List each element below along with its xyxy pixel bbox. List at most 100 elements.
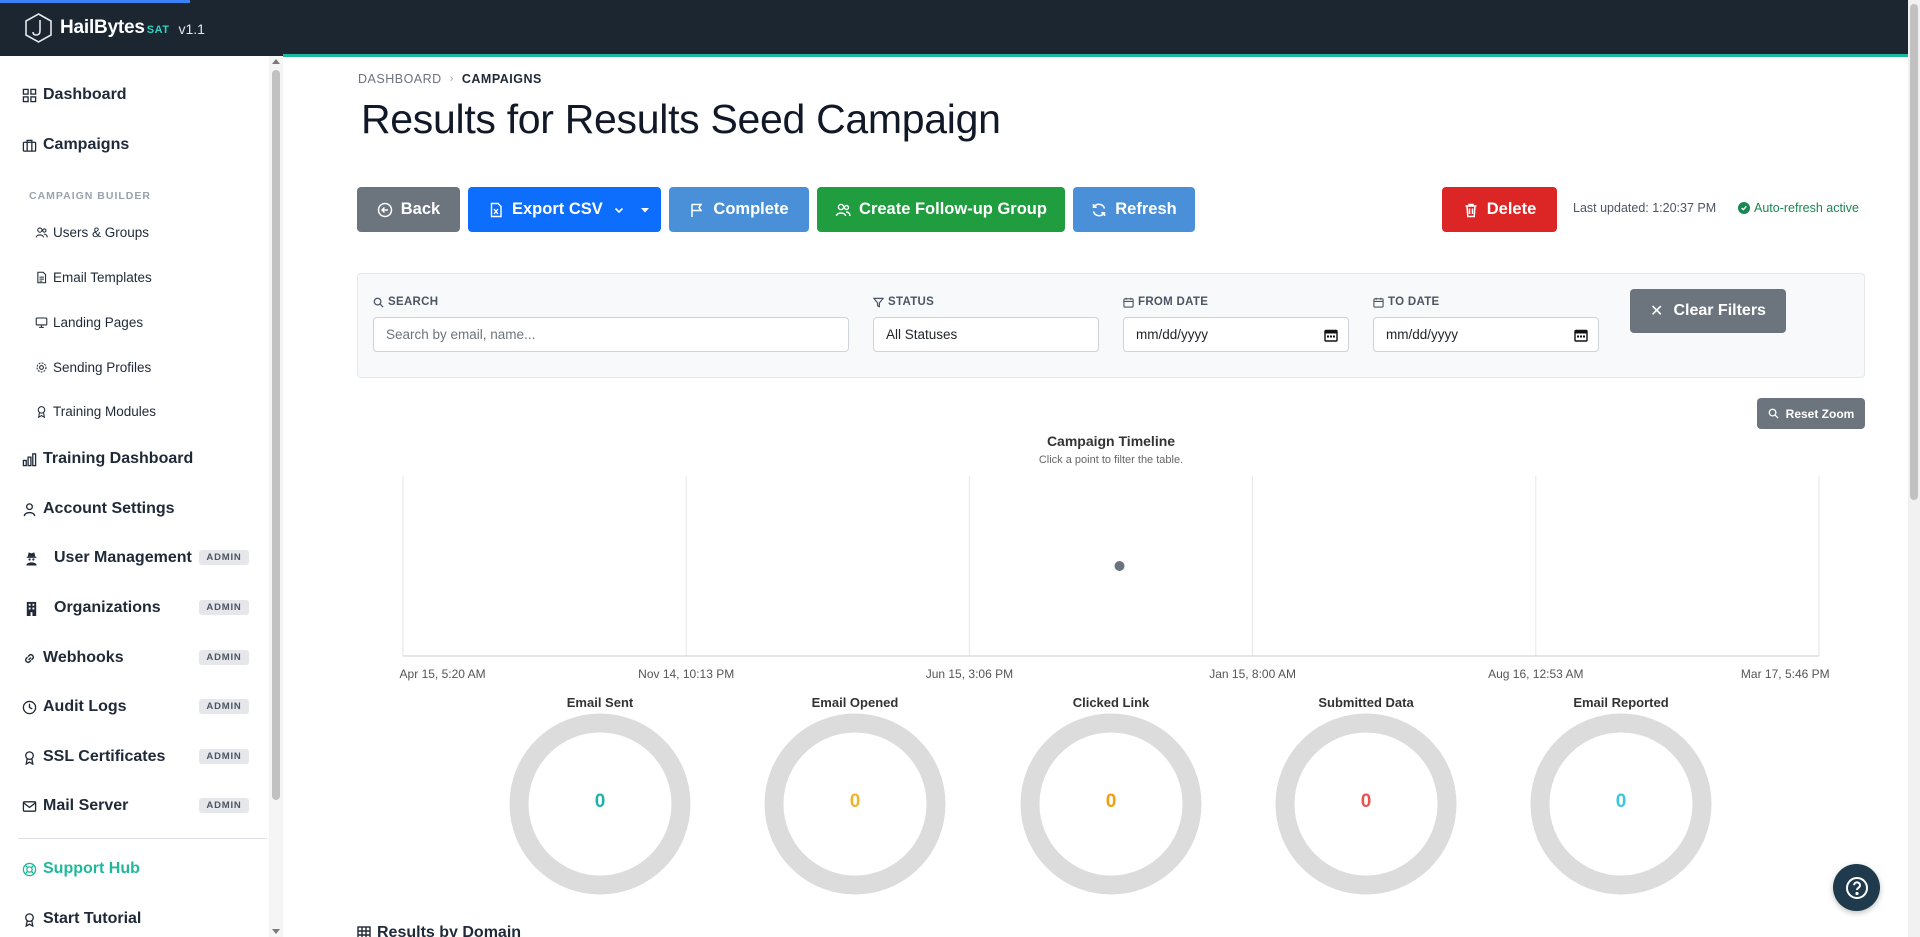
zoom-icon <box>1768 408 1779 419</box>
briefcase-icon <box>22 138 37 153</box>
sidebar-item-start-tutorial[interactable]: Start Tutorial <box>22 910 141 928</box>
to-date-input[interactable]: mm/dd/yyyy <box>1373 317 1599 352</box>
reset-zoom-button[interactable]: Reset Zoom <box>1757 398 1865 429</box>
sidebar-item-email-templates[interactable]: Email Templates <box>35 270 152 285</box>
sidebar-item-training-modules[interactable]: Training Modules <box>35 404 156 419</box>
sidebar-item-label: Organizations <box>54 599 161 616</box>
stat-value: 0 <box>1105 791 1117 812</box>
from-date-label-text: FROM DATE <box>1138 296 1209 308</box>
sidebar-item-ssl-certificates[interactable]: SSL Certificates <box>22 748 165 766</box>
sidebar-item-campaigns[interactable]: Campaigns <box>22 136 129 154</box>
refresh-button[interactable]: Refresh <box>1073 187 1195 232</box>
sidebar-item-label: Audit Logs <box>43 698 127 715</box>
navbar-accent-line <box>283 54 1908 57</box>
clear-filters-label: Clear Filters <box>1673 302 1766 319</box>
to-date-label: TO DATE <box>1373 296 1440 308</box>
sidebar-item-users-groups[interactable]: Users & Groups <box>35 225 149 240</box>
stat-label: Submitted Data <box>1318 695 1414 710</box>
brand-name: HailBytes <box>60 17 145 38</box>
from-date-input[interactable]: mm/dd/yyyy <box>1123 317 1349 352</box>
sidebar-item-label: Mail Server <box>43 797 129 814</box>
scroll-down-arrow-icon[interactable] <box>272 929 280 934</box>
stat-value: 0 <box>1360 791 1372 812</box>
sidebar-item-support-hub[interactable]: Support Hub <box>22 860 140 878</box>
calendar-icon[interactable] <box>1324 328 1338 342</box>
back-button[interactable]: Back <box>357 187 460 232</box>
scroll-up-arrow-icon[interactable] <box>272 59 280 64</box>
top-navbar: HailBytes SAT v1.1 <box>0 0 1908 57</box>
stat-value: 0 <box>1615 791 1627 812</box>
clear-filters-button[interactable]: ✕ Clear Filters <box>1630 289 1786 333</box>
breadcrumb-current: CAMPAIGNS <box>461 72 542 86</box>
trash-icon <box>1465 203 1477 217</box>
calendar-icon[interactable] <box>1574 328 1588 342</box>
from-date-label: FROM DATE <box>1123 296 1208 308</box>
users-icon <box>35 226 48 239</box>
status-label-text: STATUS <box>888 296 935 308</box>
to-date-label-text: TO DATE <box>1388 296 1440 308</box>
sidebar-item-label: Support Hub <box>43 860 140 877</box>
sidebar-item-label: Webhooks <box>43 649 124 666</box>
x-tick-label: Aug 16, 12:53 AM <box>1488 667 1584 681</box>
bar-chart-icon <box>22 452 37 467</box>
x-tick-label: Jan 15, 8:00 AM <box>1209 667 1296 681</box>
sidebar-item-account-settings[interactable]: Account Settings <box>22 500 175 518</box>
chevron-down-icon <box>614 207 623 213</box>
brand[interactable]: HailBytes SAT v1.1 <box>25 13 205 43</box>
complete-button-label: Complete <box>713 200 789 218</box>
sidebar-item-label: Users & Groups <box>53 225 150 240</box>
export-dropdown-toggle[interactable] <box>629 187 661 232</box>
follow-up-button-label: Create Follow-up Group <box>859 200 1047 218</box>
delete-button[interactable]: Delete <box>1442 187 1557 232</box>
close-icon: ✕ <box>1650 303 1664 320</box>
stat-value: 0 <box>849 791 861 812</box>
sidebar-item-user-management[interactable]: User Management <box>22 549 192 567</box>
sidebar-item-dashboard[interactable]: Dashboard <box>22 86 127 104</box>
envelope-icon <box>22 799 37 814</box>
admin-badge: ADMIN <box>199 650 249 665</box>
flag-icon <box>691 203 703 217</box>
sidebar-item-audit-logs[interactable]: Audit Logs <box>22 698 127 716</box>
question-circle-icon <box>1845 876 1868 899</box>
check-circle-icon <box>1738 202 1750 214</box>
page-scrollbar[interactable] <box>1908 0 1920 937</box>
sidebar-item-webhooks[interactable]: Webhooks <box>22 649 124 667</box>
app-version: v1.1 <box>178 21 205 37</box>
sidebar-divider <box>18 838 267 839</box>
breadcrumb-dashboard[interactable]: DASHBOARD <box>358 72 442 86</box>
campaign-builder-section-label: CAMPAIGN BUILDER <box>29 190 151 202</box>
person-icon <box>22 502 37 517</box>
sidebar-item-mail-server[interactable]: Mail Server <box>22 797 128 815</box>
sidebar-item-label: Campaigns <box>43 136 130 153</box>
sidebar-item-organizations[interactable]: Organizations <box>22 599 161 617</box>
scrollbar-thumb[interactable] <box>272 70 280 800</box>
sidebar-item-label: SSL Certificates <box>43 748 166 765</box>
campaign-timeline-chart[interactable] <box>350 470 1880 685</box>
award-icon <box>22 912 37 927</box>
search-label: SEARCH <box>373 296 438 308</box>
search-input[interactable]: Search by email, name... <box>373 317 849 352</box>
sidebar-scrollbar[interactable] <box>269 56 283 937</box>
help-button[interactable] <box>1833 864 1880 911</box>
create-follow-up-group-button[interactable]: Create Follow-up Group <box>817 187 1065 232</box>
timeline-point[interactable] <box>1114 561 1125 571</box>
sidebar-item-training-dashboard[interactable]: Training Dashboard <box>22 450 193 468</box>
sidebar-item-label: Start Tutorial <box>43 910 142 927</box>
results-by-domain-label: Results by Domain <box>377 924 522 937</box>
sidebar-item-label: Dashboard <box>43 86 127 103</box>
complete-button[interactable]: Complete <box>669 187 809 232</box>
page-title: Results for Results Seed Campaign <box>361 96 1001 142</box>
sidebar-item-sending-profiles[interactable]: Sending Profiles <box>35 360 151 375</box>
admin-badge: ADMIN <box>199 600 249 615</box>
calendar-icon <box>1123 297 1134 308</box>
file-excel-icon <box>490 202 502 217</box>
status-select[interactable]: All Statuses <box>873 317 1099 352</box>
search-icon <box>373 297 384 308</box>
export-csv-button[interactable]: Export CSV <box>468 187 661 232</box>
sidebar-item-label: Account Settings <box>43 500 175 517</box>
sidebar-item-landing-pages[interactable]: Landing Pages <box>35 315 143 330</box>
search-label-text: SEARCH <box>388 296 439 308</box>
scrollbar-thumb[interactable] <box>1910 4 1918 500</box>
stat-label: Email Sent <box>566 695 634 710</box>
grid-icon <box>22 88 37 103</box>
